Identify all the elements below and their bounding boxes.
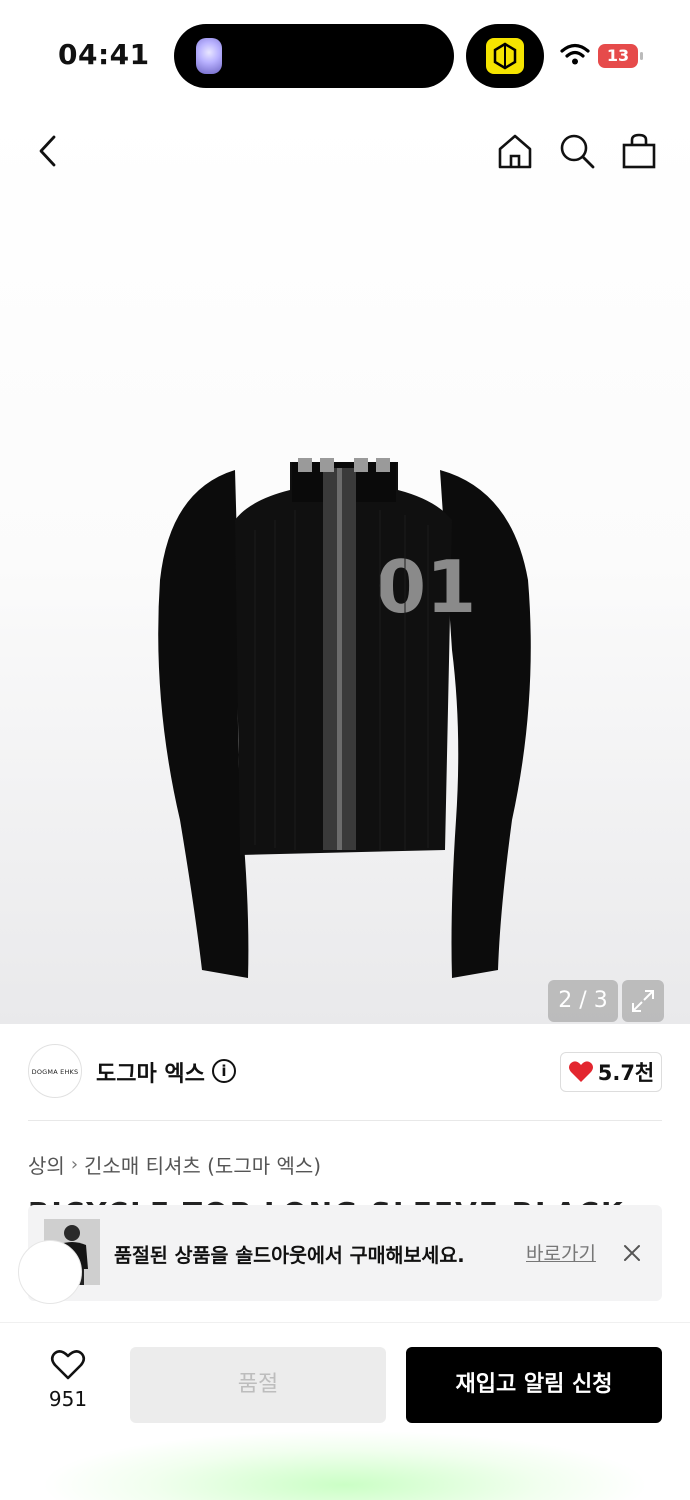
breadcrumb-category[interactable]: 상의 xyxy=(28,1150,65,1179)
search-icon xyxy=(560,134,595,169)
banner-message: 품절된 상품을 솔드아웃에서 구매해보세요. xyxy=(114,1244,465,1267)
back-icon xyxy=(39,135,56,167)
wish-button[interactable]: 951 xyxy=(36,1349,100,1411)
banner-go-link[interactable]: 바로가기 xyxy=(526,1239,596,1266)
live-activity xyxy=(466,24,544,88)
divider xyxy=(28,1120,662,1121)
expand-icon xyxy=(632,990,654,1012)
brand-row: DOGMA EHKS 도그마 엑스 i 5.7천 xyxy=(0,1024,690,1120)
bag-icon xyxy=(622,133,656,169)
dynamic-island xyxy=(174,24,454,88)
brand-logo[interactable]: DOGMA EHKS xyxy=(28,1044,82,1098)
flashlight-icon xyxy=(196,38,222,74)
heart-icon xyxy=(568,1061,593,1082)
expand-button[interactable] xyxy=(622,980,664,1022)
back-button[interactable] xyxy=(26,128,72,174)
search-button[interactable] xyxy=(554,128,600,174)
banner-close-button[interactable] xyxy=(618,1239,646,1267)
product-image: 01 xyxy=(158,458,531,978)
status-time: 04:41 xyxy=(58,38,150,71)
image-pager: 2 / 3 xyxy=(548,980,618,1022)
heart-outline-icon xyxy=(50,1350,86,1380)
app-activity-icon xyxy=(486,38,524,74)
bottom-action-bar: 951 품절 재입고 알림 신청 xyxy=(0,1322,690,1500)
product-page: 04:41 13 01 2 / 3 DOGMA EHKS 도그마 엑스 i 5.… xyxy=(0,0,690,1500)
bottom-glow xyxy=(40,1430,650,1500)
floating-bubble[interactable] xyxy=(18,1240,82,1304)
brand-name[interactable]: 도그마 엑스 xyxy=(96,1056,205,1088)
soldout-button[interactable]: 품절 xyxy=(130,1347,386,1423)
battery-indicator: 13 xyxy=(598,44,638,68)
wish-count: 951 xyxy=(48,1387,88,1411)
breadcrumb-subcategory[interactable]: 긴소매 티셔츠 (도그마 엑스) xyxy=(84,1150,321,1179)
close-icon xyxy=(624,1245,640,1261)
brand-like-count: 5.7천 xyxy=(597,1061,655,1085)
home-icon xyxy=(498,134,532,169)
product-image-viewer[interactable]: 01 2 / 3 xyxy=(0,110,690,1024)
brand-like-button[interactable]: 5.7천 xyxy=(560,1052,662,1092)
garment-print-number: 01 xyxy=(376,545,476,629)
chevron-right-icon: › xyxy=(70,1154,79,1175)
cart-button[interactable] xyxy=(616,128,662,174)
soldout-banner[interactable]: 품절된 상품을 솔드아웃에서 구매해보세요. 바로가기 xyxy=(28,1205,662,1301)
restock-alert-button[interactable]: 재입고 알림 신청 xyxy=(406,1347,662,1423)
battery-cap xyxy=(640,52,643,60)
status-bar: 04:41 13 xyxy=(0,0,690,110)
home-button[interactable] xyxy=(492,128,538,174)
info-icon[interactable]: i xyxy=(212,1059,236,1083)
wifi-icon xyxy=(560,42,590,70)
breadcrumb: 상의 › 긴소매 티셔츠 (도그마 엑스) xyxy=(28,1150,321,1179)
